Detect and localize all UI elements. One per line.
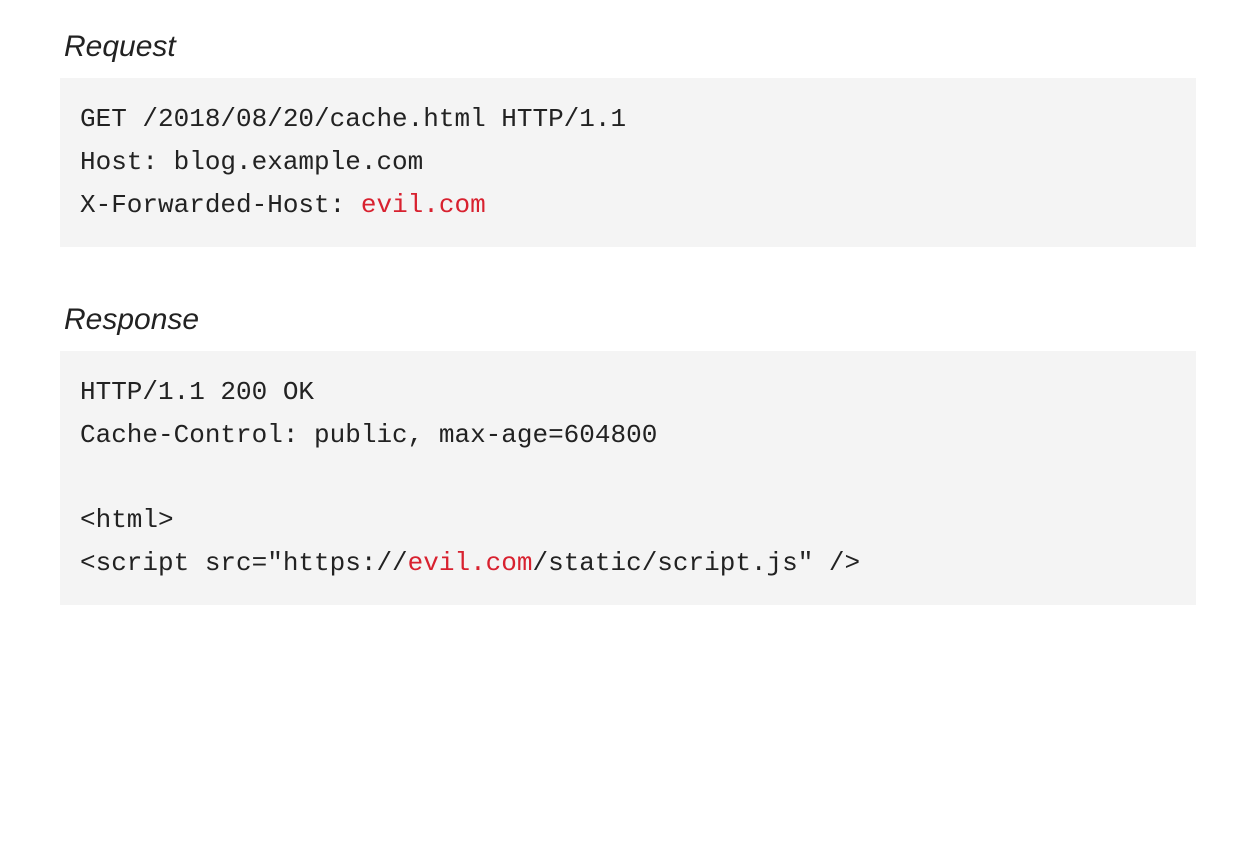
response-line-5-prefix: <script src="https://	[80, 548, 408, 578]
request-line-3-prefix: X-Forwarded-Host:	[80, 190, 361, 220]
request-line-2: Host: blog.example.com	[80, 147, 423, 177]
response-line-1: HTTP/1.1 200 OK	[80, 377, 314, 407]
request-line-1: GET /2018/08/20/cache.html HTTP/1.1	[80, 104, 626, 134]
request-code-block: GET /2018/08/20/cache.html HTTP/1.1 Host…	[60, 78, 1196, 247]
request-line-3-highlight: evil.com	[361, 190, 486, 220]
response-line-5-suffix: /static/script.js" />	[532, 548, 860, 578]
response-code-block: HTTP/1.1 200 OK Cache-Control: public, m…	[60, 351, 1196, 605]
response-line-2: Cache-Control: public, max-age=604800	[80, 420, 657, 450]
response-line-4: <html>	[80, 505, 174, 535]
request-title: Request	[64, 30, 1196, 64]
response-line-5-highlight: evil.com	[408, 548, 533, 578]
response-title: Response	[64, 303, 1196, 337]
